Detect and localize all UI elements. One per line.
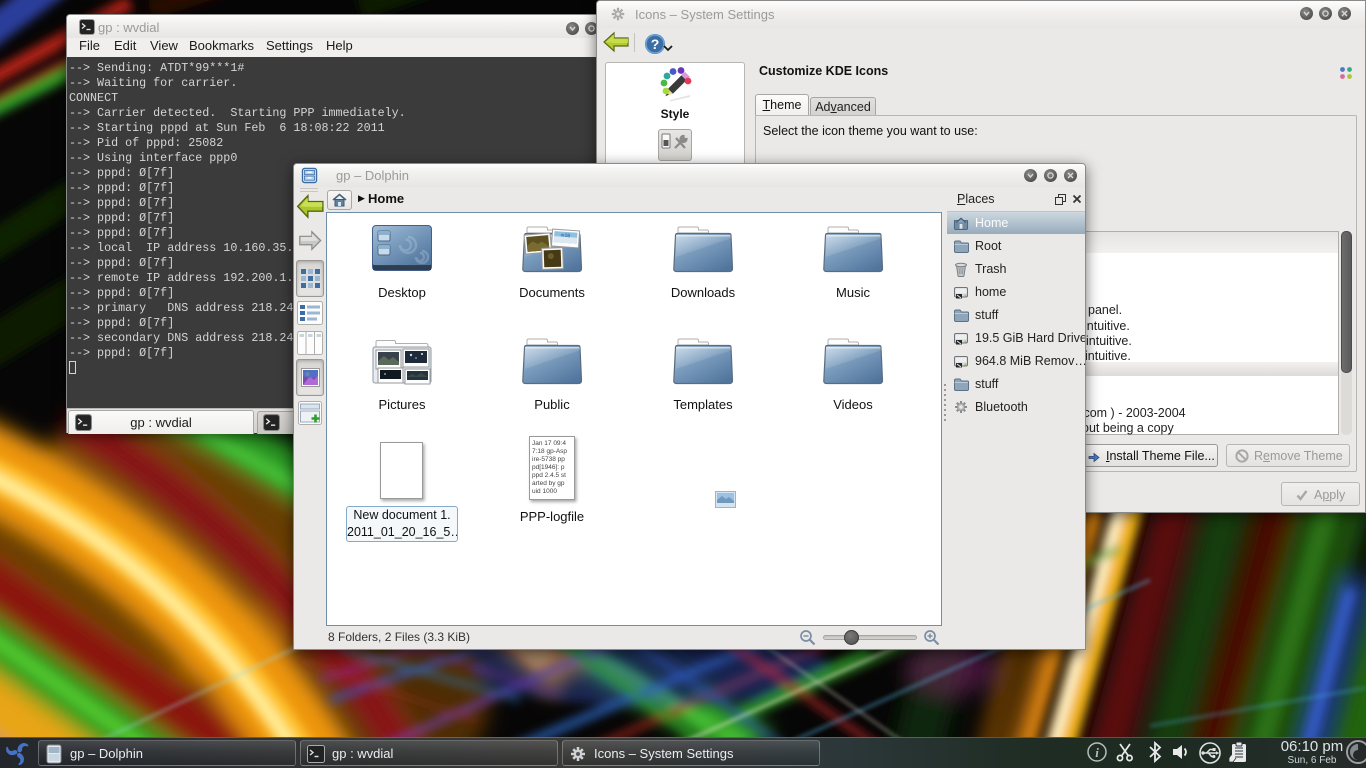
svg-text:?: ? [651, 36, 660, 52]
svg-text:≋08: ≋08 [560, 233, 570, 240]
svg-text:i: i [1095, 745, 1099, 760]
